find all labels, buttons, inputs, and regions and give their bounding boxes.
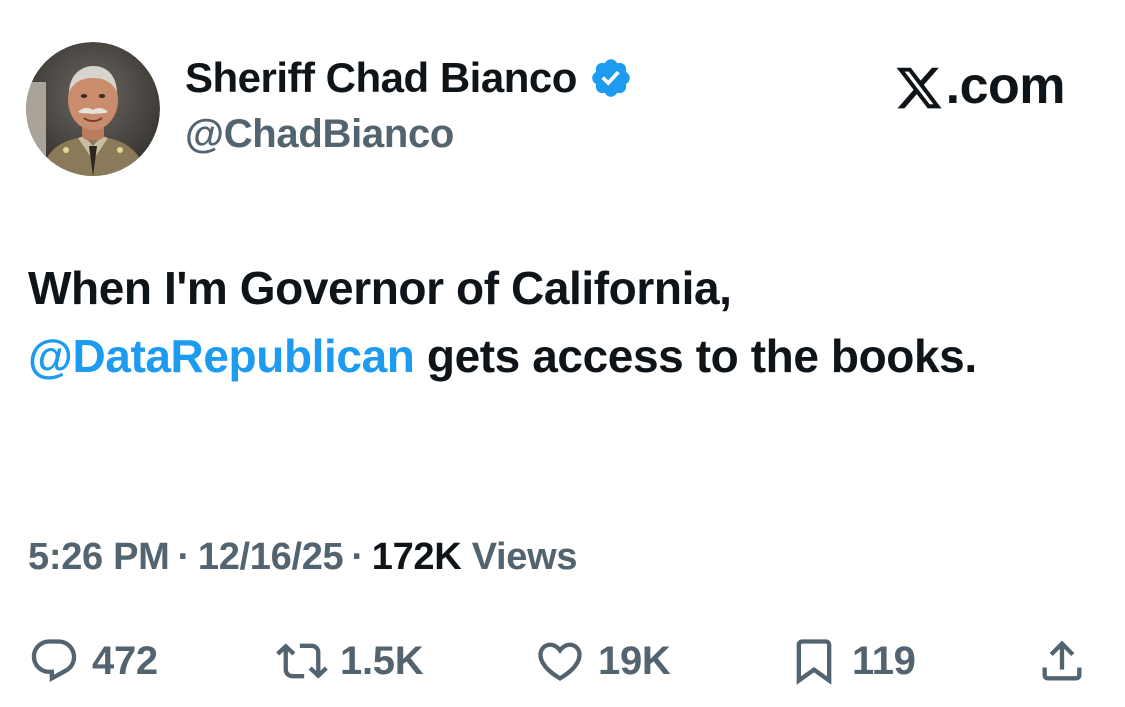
retweet-count: 1.5K (340, 638, 424, 683)
tweet-text-before: When I'm Governor of California, (28, 262, 732, 314)
meta-separator: · (351, 536, 364, 578)
bookmark-icon (796, 639, 832, 685)
tweet-card: Sheriff Chad Bianco @ChadBianco .com Whe… (0, 0, 1125, 707)
author-handle[interactable]: @ChadBianco (185, 112, 454, 157)
reply-button[interactable]: 472 (28, 628, 158, 694)
verified-badge-icon (592, 59, 630, 97)
bookmark-count: 119 (852, 638, 916, 683)
reply-icon (31, 639, 77, 683)
like-button[interactable]: 19K (534, 628, 671, 694)
author-name-row[interactable]: Sheriff Chad Bianco (185, 54, 633, 102)
retweet-button[interactable]: 1.5K (276, 628, 424, 694)
views-count: 172K (371, 536, 462, 578)
tweet-meta: 5:26 PM · 12/16/25 · 172K Views (28, 536, 578, 579)
bookmark-button[interactable]: 119 (788, 628, 916, 694)
views-label: Views (471, 536, 578, 578)
author-display-name[interactable]: Sheriff Chad Bianco (185, 54, 577, 102)
avatar-image (26, 42, 160, 176)
tweet-text: When I'm Governor of California, @DataRe… (28, 254, 1068, 390)
share-icon (1042, 640, 1082, 681)
share-button[interactable] (1036, 628, 1088, 694)
tweet-date[interactable]: 12/16/25 (198, 536, 344, 578)
retweet-icon (276, 643, 328, 679)
heart-icon (538, 642, 582, 681)
avatar[interactable] (26, 42, 160, 176)
reply-count: 472 (92, 638, 158, 683)
action-bar: 472 1.5K 19K 119 (0, 628, 1125, 698)
brand-suffix: .com (945, 57, 1066, 115)
x-logo-icon (896, 67, 942, 108)
tweet-time[interactable]: 5:26 PM (28, 536, 170, 578)
meta-separator: · (177, 536, 191, 578)
like-count: 19K (598, 638, 671, 683)
x-brand: .com (894, 56, 1066, 116)
mention-link[interactable]: @DataRepublican (28, 330, 415, 382)
tweet-text-after: gets access to the books. (414, 330, 977, 382)
